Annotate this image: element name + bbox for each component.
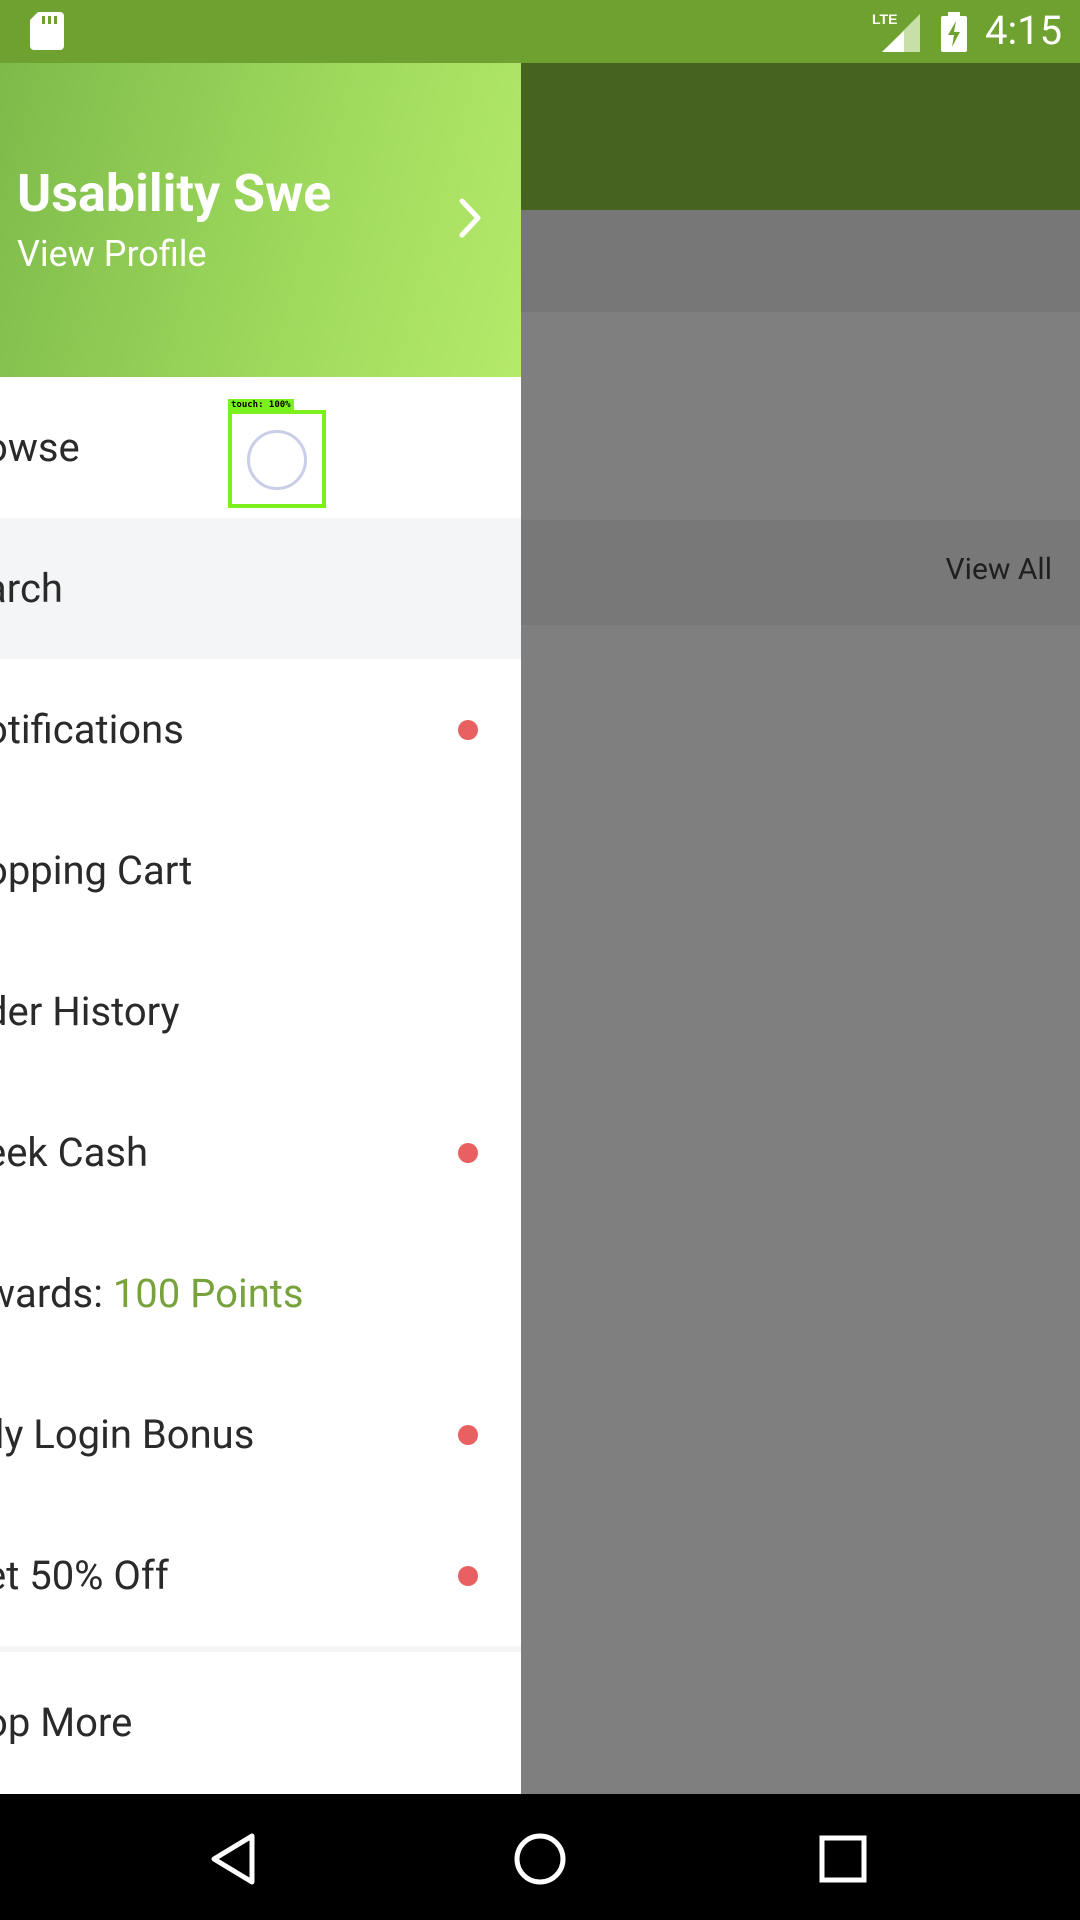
- menu-item-label: wards: 100 Points: [0, 1223, 304, 1364]
- system-nav-bar: [0, 1794, 1080, 1920]
- status-bar: LTE 4:15: [0, 0, 1080, 63]
- menu-item-wish-cash[interactable]: eek Cash: [0, 1082, 521, 1223]
- recent-apps-icon[interactable]: [808, 1824, 878, 1894]
- menu-item-label: op More: [0, 1699, 133, 1746]
- notification-dot: [458, 1425, 478, 1445]
- clock-time: 4:15: [985, 7, 1063, 54]
- menu-item-rewards[interactable]: wards: 100 Points: [0, 1223, 521, 1364]
- menu-item-label: owse: [0, 424, 80, 471]
- menu-item-label: eek Cash: [0, 1129, 149, 1176]
- home-icon[interactable]: [505, 1824, 575, 1894]
- background-toolbar: [520, 63, 1080, 210]
- lte-signal-icon: LTE: [872, 11, 920, 52]
- menu-item-label: ily Login Bonus: [0, 1411, 255, 1458]
- menu-item-label: et 50% Off: [0, 1552, 169, 1599]
- menu-item-label: arch: [0, 565, 63, 612]
- menu-item-notifications[interactable]: otifications: [0, 659, 521, 800]
- sd-card-icon: [30, 12, 64, 50]
- menu-item-label: otifications: [0, 706, 184, 753]
- rewards-points: 100 Points: [112, 1270, 304, 1317]
- navigation-drawer: Usability Swe View Profile owse arch oti…: [0, 63, 521, 1794]
- notification-dot: [458, 720, 478, 740]
- user-name: Usability Swe: [17, 163, 332, 224]
- network-type-text: LTE: [872, 11, 897, 27]
- back-icon[interactable]: [200, 1824, 270, 1894]
- notification-dot: [458, 1566, 478, 1586]
- menu-item-order-history[interactable]: der History: [0, 941, 521, 1082]
- menu-item-get-50-off[interactable]: et 50% Off: [0, 1505, 521, 1646]
- rewards-label: wards:: [0, 1270, 103, 1317]
- menu-item-shopping-cart[interactable]: opping Cart: [0, 800, 521, 941]
- drawer-header[interactable]: Usability Swe View Profile: [0, 63, 521, 377]
- menu-item-shop-more[interactable]: op More: [0, 1652, 521, 1793]
- touch-ripple-circle: [247, 430, 307, 490]
- battery-charging-icon: [941, 12, 967, 52]
- menu-item-label: der History: [0, 988, 180, 1035]
- view-profile-link[interactable]: View Profile: [17, 233, 207, 275]
- background-band: [520, 210, 1080, 312]
- menu-item-daily-login-bonus[interactable]: ily Login Bonus: [0, 1364, 521, 1505]
- chevron-right-icon[interactable]: [456, 195, 486, 241]
- menu-item-label: opping Cart: [0, 847, 193, 894]
- view-all-link[interactable]: View All: [946, 552, 1052, 587]
- drawer-menu: owse arch otifications opping Cart der H…: [0, 377, 521, 1793]
- menu-item-search[interactable]: arch: [0, 518, 521, 659]
- notification-dot: [458, 1143, 478, 1163]
- background-content: [520, 312, 1080, 520]
